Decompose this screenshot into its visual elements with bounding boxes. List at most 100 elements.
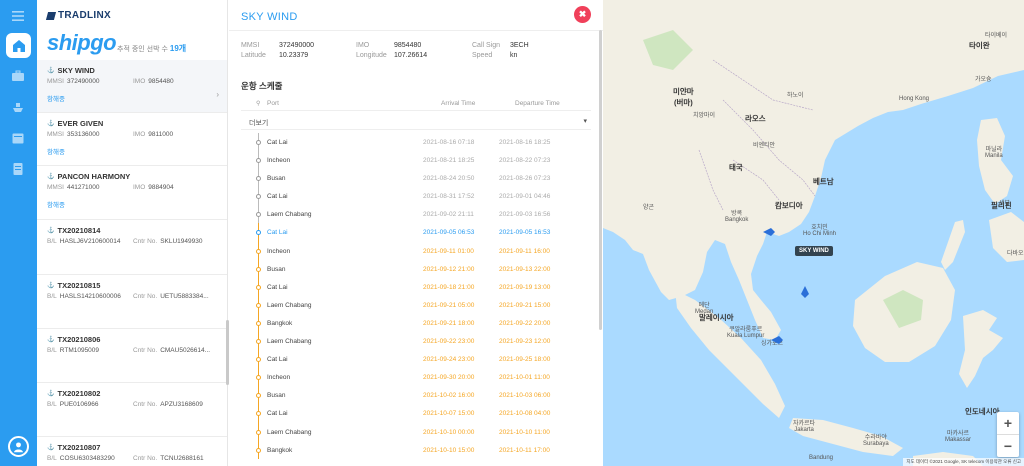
port-name: Cat Lai — [267, 193, 288, 201]
briefcase-icon[interactable] — [8, 66, 28, 86]
id2-value: UETU5883384... — [160, 293, 209, 300]
arrival-time: 2021-08-16 07:18 — [423, 139, 475, 146]
map-label-jakarta: 자카르타 Jakarta — [793, 421, 816, 433]
calendar-icon[interactable] — [8, 128, 28, 148]
vessel-name-text: EVER GIVEN — [57, 119, 104, 128]
longitude-label: Longitude — [356, 52, 387, 59]
vessel-name: ⚓ TX20210806 — [47, 335, 227, 344]
vessel-list-item[interactable]: ⚓ EVER GIVEN MMSI 353136000 IMO 9811000 항해중 — [37, 113, 227, 166]
schedule-row: Cat Lai 2021-09-05 06:53 2021-09-05 16:53 — [241, 223, 591, 242]
vessel-list-item[interactable]: ⚓ TX20210802 B/L PUE0106966 Cntr No. APZU3168… — [37, 383, 227, 437]
id2-value: CMAU5026614... — [160, 347, 211, 354]
vessel-list-item[interactable]: ⚓ TX20210807 B/L COSU6303483290 Cntr No. TCNU… — [37, 437, 227, 466]
schedule-row: Laem Chabang 2021-09-21 05:00 2021-09-21 1… — [241, 295, 591, 314]
map-label-myanmar: 미얀마 (버마) — [673, 87, 694, 107]
schedule-row: Incheon 2021-09-30 20:00 2021-10-01 11:00 — [241, 368, 591, 387]
departure-time: 2021-09-19 13:00 — [499, 283, 551, 291]
timeline-dot — [256, 375, 261, 381]
port-name: Busan — [267, 392, 286, 400]
vessel-name: ⚓ TX20210807 — [47, 443, 227, 452]
departure-time: 2021-08-16 18:25 — [499, 139, 551, 146]
departure-time: 2021-08-26 07:23 — [499, 175, 551, 183]
arrival-time: 2021-08-24 20:50 — [423, 175, 475, 183]
vessel-status: 항해중 — [47, 96, 65, 103]
ship-icon[interactable] — [8, 97, 28, 117]
id2-label: IMO — [133, 184, 146, 191]
speed-label: Speed — [472, 52, 493, 59]
arrival-time: 2021-09-30 20:00 — [423, 374, 475, 382]
vessel-name: ⚓ TX20210802 — [47, 389, 227, 398]
callsign-label: Call Sign — [472, 42, 501, 49]
longitude-field: Longitude 107.26614 — [356, 52, 427, 59]
arrival-time: 2021-08-31 17:52 — [423, 193, 475, 201]
id-value: 441271000 — [66, 184, 100, 191]
timeline-dot — [256, 320, 261, 326]
id2-label: Cntr No. — [133, 238, 158, 245]
zoom-in-button[interactable]: + — [997, 412, 1019, 434]
vessel-marker-icon[interactable] — [763, 228, 775, 236]
arrival-time: 2021-10-07 15:00 — [423, 410, 475, 418]
map-label-bandung: Bandung — [809, 455, 834, 461]
mmsi-field: MMSI 372490000 — [241, 42, 314, 49]
map-label-hochiminh: 호치민 Ho Chi Minh — [803, 225, 837, 237]
vessel-list-item[interactable]: ⚓ TX20210815 B/L HASLS14210600006 Cntr No. UE… — [37, 275, 227, 329]
map-attribution[interactable]: 지도 데이터 ©2021 Google, SK telecom 이용약관 오류 … — [903, 458, 1024, 466]
vessel-status: 항해중 — [47, 149, 65, 156]
id-value: HASLJ6V210600014 — [59, 238, 121, 245]
more-dropdown[interactable]: 더보기 ▾ — [241, 114, 591, 130]
pin-icon: ⚓ — [47, 337, 55, 343]
map-label-davao: 다바오 — [1007, 251, 1024, 257]
arrival-time: 2021-09-24 23:00 — [423, 356, 475, 364]
schedule-row: Incheon 2021-08-21 18:25 2021-08-22 07:23 — [241, 151, 591, 170]
id2-value: SKLU1949930 — [160, 238, 203, 245]
id2-label: Cntr No. — [133, 347, 158, 354]
vessel-marker-icon[interactable] — [771, 336, 783, 344]
chevron-down-icon: ▾ — [583, 118, 587, 125]
timeline-dot — [256, 284, 261, 290]
arrival-time: 2021-10-02 16:00 — [423, 392, 475, 400]
id2-value: 9811000 — [148, 131, 174, 138]
vessel-map-tag[interactable]: SKY WIND — [795, 246, 833, 256]
imo-value: 9854480 — [394, 42, 422, 49]
arrival-time: 2021-09-12 21:00 — [423, 265, 475, 273]
map-label-medan: 메단 Medan — [695, 303, 714, 315]
vessel-list-item[interactable]: ⚓ SKY WIND MMSI 372490000 IMO 9854480 항해중 › — [37, 60, 227, 113]
id-value: COSU6303483290 — [59, 455, 115, 462]
home-icon[interactable] — [6, 33, 31, 58]
map-label-manila: 마닐라 Manila — [985, 147, 1003, 159]
vessel-list-item[interactable]: ⚓ TX20210806 B/L RTM1095009 Cntr No. CMAU5026… — [37, 329, 227, 383]
departure-time: 2021-09-05 16:53 — [499, 229, 551, 237]
speed-value: kn — [510, 52, 518, 59]
map-view[interactable]: 타이완 필리핀 베트남 태국 캄보디아 라오스 미얀마 (버마) 말레이시아 인도네시아 싱가포르… — [603, 0, 1024, 466]
menu-icon[interactable] — [8, 6, 28, 26]
vessel-list-item[interactable]: ⚓ PANCON HARMONY MMSI 441271000 IMO 9884904 항해… — [37, 166, 227, 220]
col-departure: Departure Time — [515, 100, 560, 107]
detail-scrollbar[interactable] — [599, 30, 602, 330]
close-button[interactable]: ✖ — [574, 6, 591, 23]
map-label-vientiane: 비엔티안 — [753, 143, 776, 149]
departure-time: 2021-10-10 11:00 — [499, 428, 550, 436]
id-value: HASLS14210600006 — [59, 293, 121, 300]
schedule-row: Laem Chabang 2021-09-22 23:00 2021-09-23 1… — [241, 332, 591, 351]
document-icon[interactable] — [8, 159, 28, 179]
vessel-name-text: TX20210806 — [57, 335, 101, 344]
departure-time: 2021-10-01 11:00 — [499, 374, 550, 382]
vessel-detail-panel: SKY WIND ✖ MMSI 372490000 Latitude 10.2337… — [229, 0, 603, 466]
vessel-ids: B/L HASLJ6V210600014 Cntr No. SKLU1949930 — [47, 238, 227, 245]
zoom-out-button[interactable]: − — [997, 435, 1019, 457]
map-label-cebu: 세부 — [999, 201, 1011, 207]
col-port: Port — [267, 100, 279, 107]
id2-label: IMO — [133, 78, 146, 85]
vessel-name-text: TX20210814 — [57, 226, 101, 235]
id-label: MMSI — [47, 184, 64, 191]
vessel-list-item[interactable]: ⚓ TX20210814 B/L HASLJ6V210600014 Cntr No. SK… — [37, 220, 227, 275]
vessel-name: ⚓ PANCON HARMONY — [47, 172, 227, 181]
schedule-row: Cat Lai 2021-08-16 07:18 2021-08-16 18:25 — [241, 133, 591, 152]
id2-value: TCNU2688161 — [160, 455, 204, 462]
pin-icon: ⚓ — [47, 228, 55, 234]
map-label-hongkong: Hong Kong — [899, 96, 930, 102]
user-avatar-icon[interactable] — [8, 436, 29, 457]
vessel-marker-icon[interactable] — [801, 286, 809, 298]
port-name: Cat Lai — [267, 410, 288, 418]
vessel-name-text: TX20210802 — [57, 389, 101, 398]
